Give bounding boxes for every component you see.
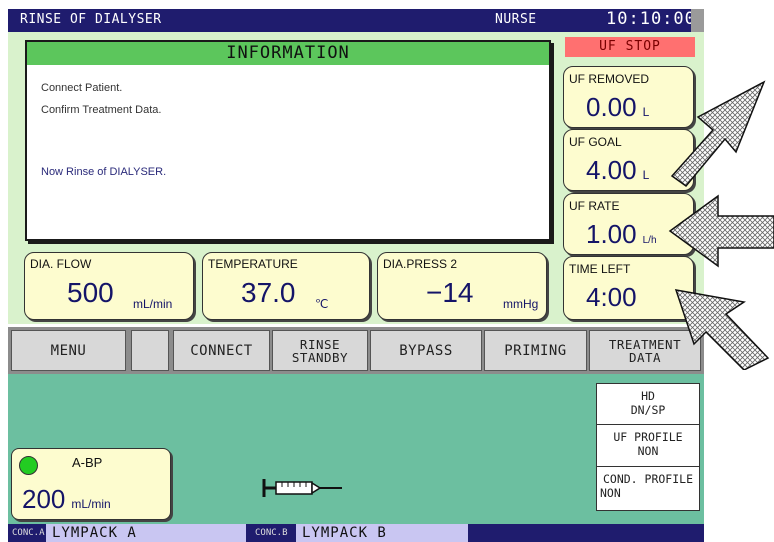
dia-press-box[interactable]: DIA.PRESS 2 −14 mmHg — [377, 252, 547, 320]
uf-profile-value: NON — [637, 444, 659, 458]
dia-press-value: −14 — [426, 277, 474, 308]
rinse-standby-line-2: STANDBY — [291, 349, 349, 365]
dia-flow-unit: mL/min — [133, 297, 173, 311]
conc-b-value: LYMPACK B — [296, 524, 468, 542]
menu-button[interactable]: MENU — [11, 330, 126, 371]
abp-unit: mL/min — [71, 497, 111, 511]
info-line-2: Confirm Treatment Data. — [41, 104, 162, 116]
mode-line-1: HD — [641, 389, 655, 403]
abp-label: A-BP — [72, 455, 103, 470]
arrow-icon — [674, 289, 770, 370]
uf-removed-label: UF REMOVED — [569, 72, 650, 86]
blank-button[interactable] — [131, 330, 169, 371]
temperature-label: TEMPERATURE — [208, 257, 298, 271]
cond-profile-value: NON — [600, 486, 621, 500]
divider — [597, 466, 699, 467]
cond-profile-label: COND. PROFILE — [602, 472, 693, 486]
information-box: INFORMATION Connect Patient. Confirm Tre… — [25, 40, 551, 241]
uf-goal-label: UF GOAL — [569, 135, 622, 149]
syringe-icon — [262, 479, 342, 497]
arrow-icon — [670, 80, 766, 188]
uf-removed-value: 0.00 — [586, 92, 637, 122]
mode-panel[interactable]: HD DN/SP UF PROFILE NON COND. PROFILE NO… — [596, 383, 700, 511]
information-title: INFORMATION — [27, 42, 549, 65]
uf-goal-value: 4.00 — [586, 155, 637, 185]
dia-flow-label: DIA. FLOW — [30, 257, 92, 271]
divider — [597, 424, 699, 425]
temperature-value: 37.0 — [241, 277, 296, 308]
bypass-button[interactable]: BYPASS — [370, 330, 482, 371]
title-bar: RINSE OF DIALYSER NURSE 10:10:00 — [8, 9, 704, 32]
dia-flow-box[interactable]: DIA. FLOW 500 mL/min — [24, 252, 194, 320]
title-bar-end — [691, 9, 704, 32]
temperature-box[interactable]: TEMPERATURE 37.0 ℃ — [202, 252, 370, 320]
rinse-standby-line-1: RINSE — [299, 336, 341, 352]
arrow-icon — [668, 194, 774, 268]
temperature-unit: ℃ — [315, 297, 329, 311]
dia-flow-value: 500 — [67, 277, 114, 308]
mode-line-2: DN/SP — [630, 403, 666, 417]
uf-profile-label: UF PROFILE — [613, 430, 683, 444]
abp-box[interactable]: A-BP 200 mL/min — [11, 448, 171, 520]
connect-button[interactable]: CONNECT — [173, 330, 270, 371]
clock: 10:10:00 — [606, 9, 696, 29]
conc-a-value: LYMPACK A — [46, 524, 246, 542]
info-line-3: Now Rinse of DIALYSER. — [41, 166, 167, 178]
time-left-value: 4:00 — [586, 282, 637, 312]
mode-title: RINSE OF DIALYSER — [20, 12, 162, 27]
conc-b-label: CONC.B — [255, 524, 295, 542]
dia-press-label: DIA.PRESS 2 — [383, 257, 458, 271]
button-bar: MENU CONNECT RINSE STANDBY BYPASS PRIMIN… — [8, 327, 704, 374]
status-dot-icon — [19, 456, 38, 475]
abp-value: 200 — [22, 484, 66, 514]
time-left-label: TIME LEFT — [569, 262, 631, 276]
rinse-standby-button[interactable]: RINSE STANDBY — [272, 330, 368, 371]
annotation-arrows — [668, 80, 774, 370]
uf-status-badge: UF STOP — [565, 37, 695, 57]
priming-button[interactable]: PRIMING — [484, 330, 587, 371]
uf-rate-value: 1.00 — [586, 219, 637, 249]
dia-press-unit: mmHg — [503, 297, 539, 311]
user-role: NURSE — [495, 12, 537, 27]
uf-rate-label: UF RATE — [569, 199, 620, 213]
conc-a-label: CONC.A — [12, 524, 48, 542]
concentrate-bar: CONC.A LYMPACK A CONC.B LYMPACK B — [8, 524, 704, 542]
info-line-1: Connect Patient. — [41, 82, 123, 94]
